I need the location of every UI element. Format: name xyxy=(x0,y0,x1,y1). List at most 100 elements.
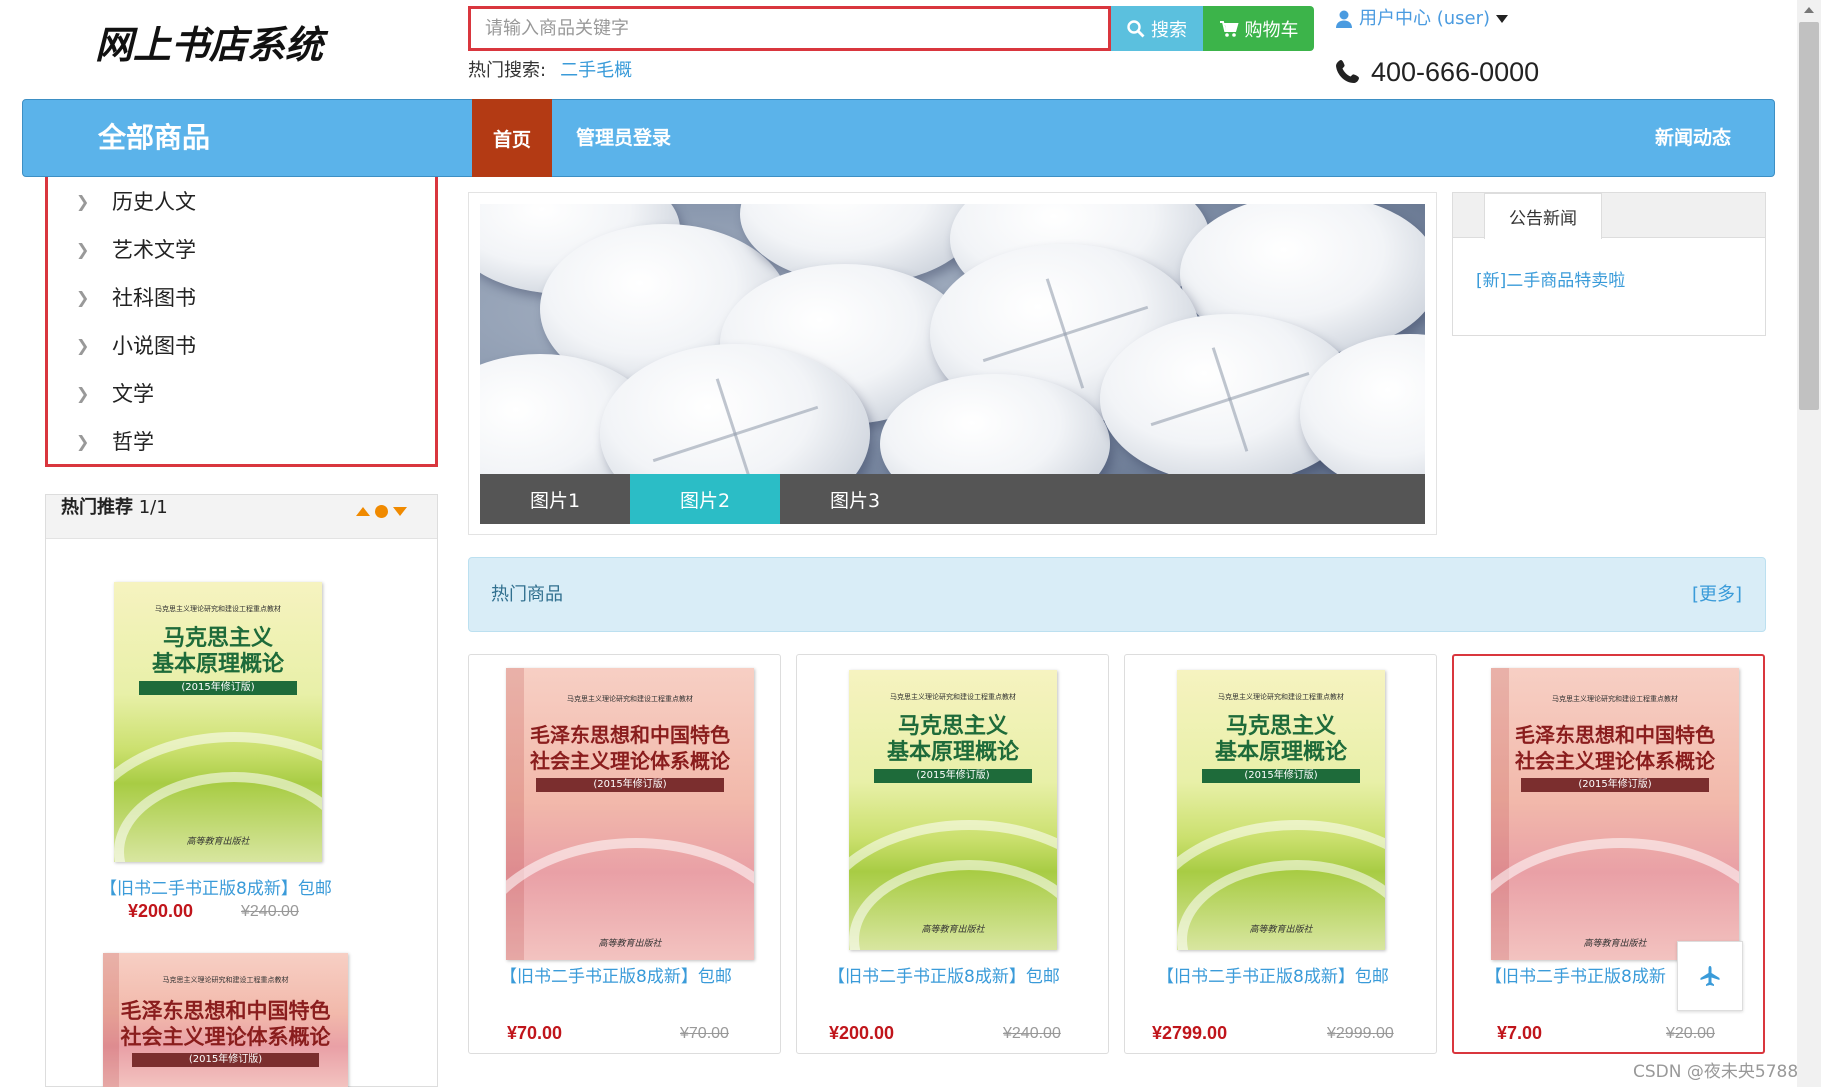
cart-button[interactable]: 购物车 xyxy=(1203,6,1314,51)
back-to-top-button[interactable] xyxy=(1677,941,1743,1011)
cover-subtitle: 马克思主义理论研究和建设工程重点教材 xyxy=(1218,693,1344,701)
cover-publisher: 高等教育出版社 xyxy=(1249,925,1313,935)
banner-image[interactable] xyxy=(480,204,1425,474)
site-logo[interactable]: 网上书店系统 xyxy=(95,18,335,70)
chevron-right-icon: ❯ xyxy=(76,287,90,307)
product-name[interactable]: 【旧书二手书正版8成新】包邮 xyxy=(1157,962,1389,987)
cover-title-line2: 社会主义理论体系概论 xyxy=(120,1025,331,1049)
phone-icon xyxy=(1336,60,1359,83)
cover-title-line1: 毛泽东思想和中国特色 xyxy=(530,723,730,747)
user-icon xyxy=(1336,10,1352,28)
hot-search-label: 热门搜索: xyxy=(468,60,547,81)
pager-dot-icon[interactable] xyxy=(375,505,388,518)
product-old-price: ¥70.00 xyxy=(680,1025,729,1042)
product-old-price: ¥2999.00 xyxy=(1327,1025,1394,1042)
search-icon xyxy=(1127,19,1145,37)
caret-down-icon xyxy=(1496,15,1509,23)
cover-title-line2: 社会主义理论体系概论 xyxy=(530,749,730,773)
hot-goods-more-link[interactable]: [更多] xyxy=(1692,557,1742,632)
cover-title-line1: 马克思主义 xyxy=(162,626,273,651)
nav-home[interactable]: 首页 xyxy=(472,99,552,177)
hot-recommend-page: 1/1 xyxy=(138,497,168,518)
user-center-label: 用户中心 (user) xyxy=(1359,8,1491,29)
product-cover[interactable]: 马克思主义理论研究和建设工程重点教材 马克思主义 基本原理概论 (2015年修订… xyxy=(849,670,1057,950)
phone-number: 400-666-0000 xyxy=(1371,57,1540,87)
cover-publisher: 高等教育出版社 xyxy=(921,925,985,935)
notice-item[interactable]: [新]二手商品特卖啦 xyxy=(1476,266,1625,291)
hot-recommend-title: 热门推荐 1/1 xyxy=(61,496,168,540)
category-item[interactable]: ❯ 历史人文 xyxy=(76,183,196,219)
category-label: 社科图书 xyxy=(112,286,196,310)
hot-goods-header xyxy=(468,557,1766,632)
cover-edition: (2015年修订版) xyxy=(138,681,298,695)
nav-admin-login[interactable]: 管理员登录 xyxy=(576,99,671,177)
hot-search-keyword[interactable]: 二手毛概 xyxy=(560,60,632,81)
search-button[interactable]: 搜索 xyxy=(1111,6,1203,51)
main-navbar xyxy=(22,99,1775,177)
product-price: ¥200.00 xyxy=(829,1023,895,1043)
carousel-tab-3[interactable]: 图片3 xyxy=(780,474,930,524)
cover-publisher: 高等教育出版社 xyxy=(186,837,250,847)
product-cover[interactable]: 马克思主义理论研究和建设工程重点教材 毛泽东思想和中国特色 社会主义理论体系概论… xyxy=(506,668,754,960)
tab-notice-news[interactable]: 公告新闻 xyxy=(1484,193,1602,239)
recommend-book-cover[interactable]: 马克思主义理论研究和建设工程重点教材 毛泽东思想和中国特色 社会主义理论体系概论… xyxy=(103,953,348,1087)
search-placeholder: 请输入商品关键字 xyxy=(485,18,629,39)
recommend-book-cover[interactable]: 马克思主义理论研究和建设工程重点教材 马克思主义 基本原理概论 (2015年修订… xyxy=(114,582,322,862)
cover-edition: (2015年修订版) xyxy=(132,1053,319,1067)
arrow-down-icon[interactable] xyxy=(393,507,407,516)
cover-subtitle: 马克思主义理论研究和建设工程重点教材 xyxy=(162,976,289,984)
cover-subtitle: 马克思主义理论研究和建设工程重点教材 xyxy=(155,605,281,613)
product-cover[interactable]: 马克思主义理论研究和建设工程重点教材 毛泽东思想和中国特色 社会主义理论体系概论… xyxy=(1491,668,1739,960)
category-item[interactable]: ❯ 小说图书 xyxy=(76,327,196,363)
category-item[interactable]: ❯ 艺术文学 xyxy=(76,231,196,267)
category-label: 艺术文学 xyxy=(112,238,196,262)
cover-title-line2: 基本原理概论 xyxy=(886,740,1019,765)
product-name[interactable]: 【旧书二手书正版8成新 xyxy=(1485,962,1666,987)
scroll-up-button[interactable] xyxy=(1797,0,1821,20)
product-old-price: ¥20.00 xyxy=(1666,1025,1715,1042)
category-label: 哲学 xyxy=(112,430,154,454)
nav-all-goods[interactable]: 全部商品 xyxy=(98,99,210,177)
cover-edition: (2015年修订版) xyxy=(1520,778,1710,792)
category-label: 历史人文 xyxy=(112,190,196,214)
category-item[interactable]: ❯ 文学 xyxy=(76,375,154,411)
cover-title-line2: 社会主义理论体系概论 xyxy=(1515,749,1715,773)
hot-search: 热门搜索: 二手毛概 xyxy=(468,58,632,84)
cart-icon xyxy=(1219,20,1239,37)
chevron-right-icon: ❯ xyxy=(76,191,90,211)
product-name[interactable]: 【旧书二手书正版8成新】包邮 xyxy=(500,962,732,987)
chevron-right-icon: ❯ xyxy=(76,383,90,403)
cover-publisher: 高等教育出版社 xyxy=(598,939,662,949)
hot-goods-title: 热门商品 xyxy=(491,584,563,605)
chevron-right-icon: ❯ xyxy=(76,335,90,355)
recommend-book-name[interactable]: 【旧书二手书正版8成新】包邮 xyxy=(100,874,332,899)
recommend-pager xyxy=(356,505,407,518)
product-price: ¥2799.00 xyxy=(1152,1023,1228,1043)
recommend-book-old-price: ¥240.00 xyxy=(241,903,299,920)
cover-edition: (2015年修订版) xyxy=(873,769,1033,783)
cover-title-line1: 马克思主义 xyxy=(1225,714,1336,739)
chevron-right-icon: ❯ xyxy=(76,431,90,451)
scrollbar-thumb[interactable] xyxy=(1799,22,1819,410)
cover-edition: (2015年修订版) xyxy=(1201,769,1361,783)
cover-title-line2: 基本原理概论 xyxy=(1214,740,1347,765)
arrow-up-icon[interactable] xyxy=(356,507,370,516)
category-item[interactable]: ❯ 社科图书 xyxy=(76,279,196,315)
watermark: CSDN @夜未央5788 xyxy=(1633,1062,1799,1082)
product-cover[interactable]: 马克思主义理论研究和建设工程重点教材 马克思主义 基本原理概论 (2015年修订… xyxy=(1177,670,1385,950)
carousel-tab-1[interactable]: 图片1 xyxy=(480,474,630,524)
category-menu: ❯ 历史人文 ❯ 艺术文学 ❯ 社科图书 ❯ 小说图书 ❯ 文学 ❯ 哲学 xyxy=(45,177,438,467)
carousel-tab-2[interactable]: 图片2 xyxy=(630,474,780,524)
user-center-dropdown[interactable]: 用户中心 (user) xyxy=(1335,6,1509,32)
hotline: 400-666-0000 xyxy=(1335,52,1539,92)
cart-button-label: 购物车 xyxy=(1244,19,1299,41)
product-name[interactable]: 【旧书二手书正版8成新】包邮 xyxy=(828,962,1060,987)
product-old-price: ¥240.00 xyxy=(1003,1025,1061,1042)
category-item[interactable]: ❯ 哲学 xyxy=(76,423,154,459)
hot-recommend-label: 热门推荐 xyxy=(61,497,133,518)
search-input[interactable]: 请输入商品关键字 xyxy=(468,6,1111,51)
site-logo-text: 网上书店系统 xyxy=(95,22,329,67)
carousel-tabs: 图片1 图片2 图片3 xyxy=(480,474,1425,524)
chevron-right-icon: ❯ xyxy=(76,239,90,259)
nav-news[interactable]: 新闻动态 xyxy=(1655,99,1731,177)
